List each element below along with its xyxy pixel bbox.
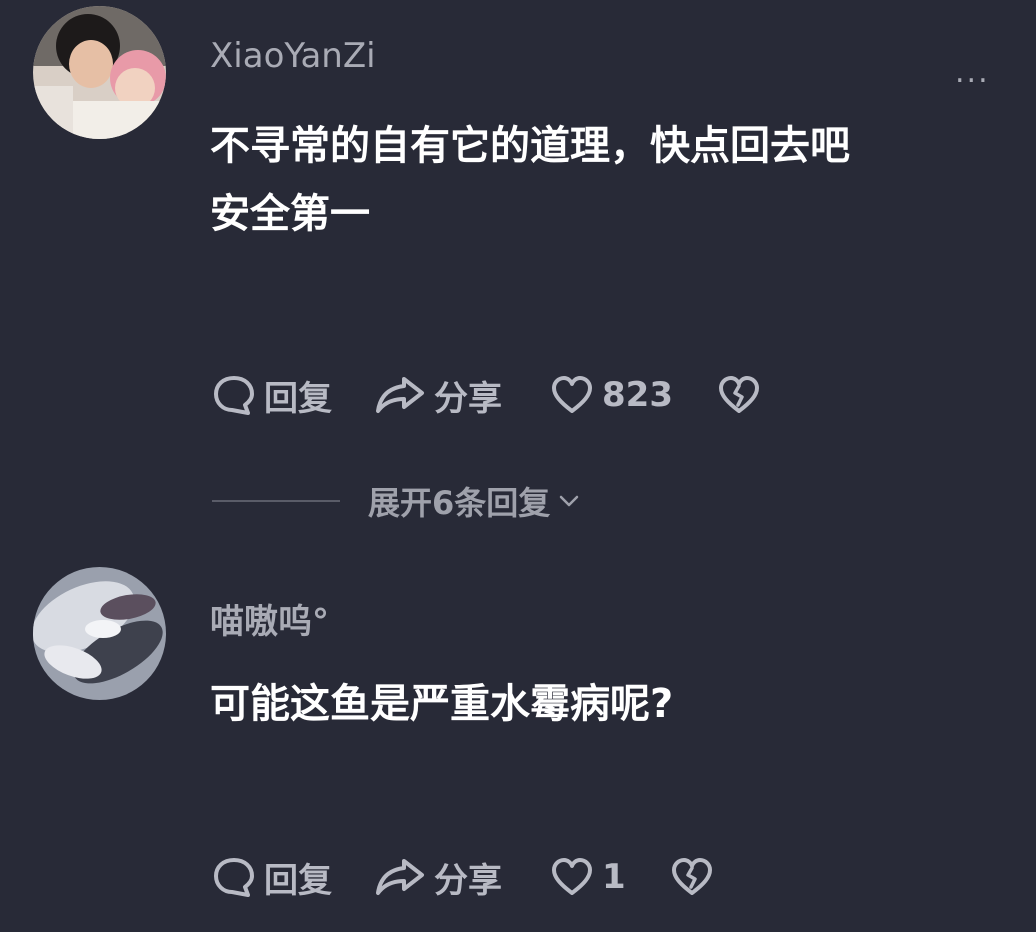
broken-heart-icon <box>718 376 759 413</box>
more-icon[interactable]: ... <box>955 55 990 90</box>
reply-label: 回复 <box>264 860 332 901</box>
divider <box>212 500 340 502</box>
comment-text: 可能这鱼是严重水霉病呢? <box>210 670 1010 738</box>
heart-icon <box>552 858 592 895</box>
like-button[interactable]: 1 <box>550 855 626 899</box>
like-button[interactable]: 823 <box>550 373 673 417</box>
heart-icon <box>552 376 592 413</box>
chevron-down-icon <box>560 495 579 507</box>
share-label: 分享 <box>434 860 502 901</box>
comment-text-line: 可能这鱼是严重水霉病呢? <box>210 681 674 727</box>
action-bar: 回复 分享 823 <box>212 370 761 420</box>
share-label: 分享 <box>434 378 502 419</box>
comment-thread: XiaoYanZi ... 不寻常的自有它的道理，快点回去吧 安全第一 回复 分… <box>0 0 1036 932</box>
reply-button[interactable]: 回复 <box>212 371 332 420</box>
username[interactable]: XiaoYanZi <box>210 36 376 76</box>
comment-bubble-icon <box>214 858 254 897</box>
comment-text: 不寻常的自有它的道理，快点回去吧 安全第一 <box>210 112 1010 248</box>
dislike-button[interactable] <box>717 373 761 417</box>
share-arrow-icon <box>376 377 424 413</box>
expand-replies-button[interactable]: 展开6条回复 <box>212 478 582 524</box>
share-button[interactable]: 分享 <box>374 853 502 902</box>
comment-text-line: 不寻常的自有它的道理，快点回去吧 <box>210 123 850 169</box>
avatar[interactable] <box>33 6 166 139</box>
like-count: 823 <box>602 375 673 415</box>
reply-button[interactable]: 回复 <box>212 853 332 902</box>
share-arrow-icon <box>376 859 424 895</box>
like-count: 1 <box>602 857 626 897</box>
dislike-button[interactable] <box>670 855 714 899</box>
comment-bubble-icon <box>214 376 254 415</box>
comment-text-line: 安全第一 <box>210 191 370 237</box>
expand-replies-label: 展开6条回复 <box>368 484 551 522</box>
avatar[interactable] <box>33 567 166 700</box>
username[interactable]: 喵嗷呜° <box>210 594 329 643</box>
action-bar: 回复 分享 1 <box>212 852 714 902</box>
share-button[interactable]: 分享 <box>374 371 502 420</box>
reply-label: 回复 <box>264 378 332 419</box>
broken-heart-icon <box>671 858 712 895</box>
